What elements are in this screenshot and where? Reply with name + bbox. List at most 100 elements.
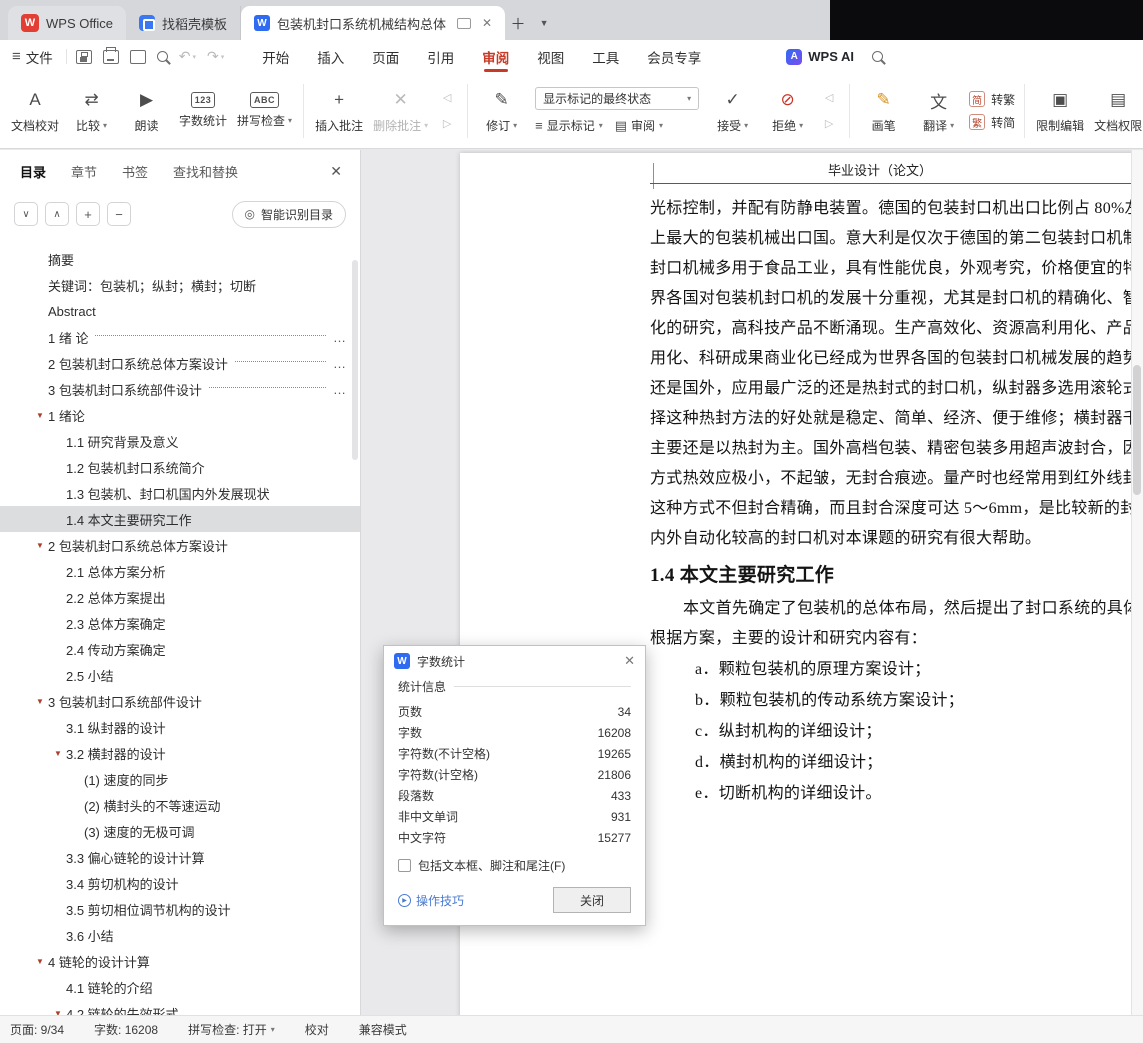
document-body[interactable]: 光标控制，并配有防静电装置。德国的包装封口机出口比例占 80%左右 上最大的包装机… [650, 194, 1143, 809]
ribbon-button-接受[interactable]: ✓ 接受 ▾ [705, 84, 760, 138]
dialog-close-icon[interactable]: ✕ [624, 653, 635, 669]
menu-tab-8[interactable]: 会员专享 [633, 40, 715, 73]
markup-state-select[interactable]: 显示标记的最终状态 ▾ [535, 87, 700, 110]
include-textbox-checkbox[interactable]: 包括文本框、脚注和尾注(F) [398, 857, 631, 874]
toc-item[interactable]: 摘要 [0, 246, 360, 272]
status-item-2[interactable]: 字数: 16208 [94, 1021, 158, 1038]
redo-button[interactable]: ↷ ▾ [207, 48, 224, 65]
next-item-button[interactable]: ▷ [817, 115, 841, 133]
toc-item[interactable]: ▼ 2 包装机封口系统总体方案设计 [0, 532, 360, 558]
toc-item[interactable]: 2.4 传动方案确定 [0, 636, 360, 662]
toc-item[interactable]: ▼ 4.2 链轮的失效形式 [0, 1000, 360, 1016]
collapse-triangle-icon[interactable]: ▼ [50, 749, 66, 758]
menu-tab-2[interactable]: 插入 [303, 40, 358, 73]
toc-item[interactable]: ▼ 3 包装机封口系统部件设计 [0, 688, 360, 714]
collapse-triangle-icon[interactable]: ▼ [32, 957, 48, 966]
checkbox-icon[interactable] [398, 859, 411, 872]
ribbon-button-插入批注[interactable]: + 插入批注 [310, 84, 368, 138]
tab-docer-template[interactable]: 找稻壳模板 [126, 6, 241, 40]
ribbon-button-翻译[interactable]: 文翻译 ▾ [911, 84, 966, 138]
toc-item[interactable]: 3.4 剪切机构的设计 [0, 870, 360, 896]
vertical-scrollbar[interactable] [1131, 150, 1143, 1015]
status-item-5[interactable]: 兼容模式 [359, 1021, 407, 1038]
save-icon[interactable] [75, 49, 92, 64]
menu-tab-5[interactable]: 审阅 [468, 40, 523, 73]
file-menu[interactable]: 文件 [26, 47, 53, 67]
ribbon-button-拼写检查[interactable]: ABC 拼写检查 ▾ [232, 88, 297, 133]
tab-list-chevron-icon[interactable]: ▼ [531, 9, 557, 37]
scrollbar-thumb[interactable] [1133, 365, 1141, 495]
ribbon-button-转简[interactable]: 繁转简 [969, 114, 1015, 131]
status-item-4[interactable]: 校对 [305, 1021, 329, 1038]
ribbon-button-修订[interactable]: ✎ 修订 ▾ [474, 84, 529, 138]
menu-tab-1[interactable]: 开始 [248, 40, 303, 73]
toc-item[interactable]: 3.6 小结 [0, 922, 360, 948]
sidebar-scrollbar[interactable] [352, 260, 358, 460]
toc-item[interactable]: ▼ 3.2 横封器的设计 [0, 740, 360, 766]
toc-item[interactable]: 1.4 本文主要研究工作 [0, 506, 360, 532]
zoom-out-button[interactable]: − [107, 202, 131, 226]
collapse-triangle-icon[interactable]: ▼ [32, 541, 48, 550]
dialog-titlebar[interactable]: W 字数统计 ✕ [384, 646, 645, 676]
sidebar-tab-查找和替换[interactable]: 查找和替换 [173, 162, 238, 181]
toc-item[interactable]: 3.5 剪切相位调节机构的设计 [0, 896, 360, 922]
ribbon-button-比较[interactable]: ⇄ 比较 ▾ [64, 84, 119, 138]
toc-item[interactable]: 1 绪 论… [0, 324, 360, 350]
toc-item[interactable]: 3.3 偏心链轮的设计计算 [0, 844, 360, 870]
collapse-triangle-icon[interactable]: ▼ [32, 697, 48, 706]
ribbon-button-字数统计[interactable]: 123 字数统计 [174, 88, 232, 133]
toc-item[interactable]: 2.3 总体方案确定 [0, 610, 360, 636]
toc-item[interactable]: (1) 速度的同步 [0, 766, 360, 792]
toc-item[interactable]: 2.1 总体方案分析 [0, 558, 360, 584]
expand-all-button[interactable]: ∧ [45, 202, 69, 226]
ribbon-button-转繁[interactable]: 简转繁 [969, 91, 1015, 108]
toc-item[interactable]: 1.2 包装机封口系统简介 [0, 454, 360, 480]
menu-tab-3[interactable]: 页面 [358, 40, 413, 73]
toc-item[interactable]: ▼ 4 链轮的设计计算 [0, 948, 360, 974]
toc-item[interactable]: (2) 横封头的不等速运动 [0, 792, 360, 818]
ribbon-button-文档校对[interactable]: A 文档校对 [6, 84, 64, 138]
ribbon-button-删除批注[interactable]: ✕ 删除批注 ▾ [368, 84, 433, 138]
collapse-triangle-icon[interactable]: ▼ [32, 411, 48, 420]
ribbon-button-朗读[interactable]: ▶ 朗读 [119, 84, 174, 138]
smart-toc-button[interactable]: ◎ 智能识别目录 [231, 200, 346, 228]
ribbon-button-审阅[interactable]: ▤ 审阅 ▾ [615, 117, 663, 134]
menu-tab-6[interactable]: 视图 [523, 40, 578, 73]
toc-item[interactable]: 2.2 总体方案提出 [0, 584, 360, 610]
ribbon-button-显示标记[interactable]: ≡ 显示标记 ▾ [535, 117, 603, 134]
preview-icon[interactable] [156, 51, 168, 62]
ribbon-button-画笔[interactable]: ✎ 画笔 [856, 84, 911, 138]
previous-item-button[interactable]: ◁ [435, 89, 459, 107]
toc-item[interactable]: 4.1 链轮的介绍 [0, 974, 360, 1000]
export-icon[interactable] [129, 49, 146, 64]
toc-item[interactable]: ▼ 1 绪论 [0, 402, 360, 428]
tab-close-icon[interactable]: ✕ [482, 16, 492, 30]
toc-item[interactable]: Abstract [0, 298, 360, 324]
toc-item[interactable]: 2 包装机封口系统总体方案设计… [0, 350, 360, 376]
zoom-in-button[interactable]: + [76, 202, 100, 226]
sidebar-tab-章节[interactable]: 章节 [71, 162, 97, 181]
sidebar-tab-书签[interactable]: 书签 [122, 162, 148, 181]
toc-item[interactable]: 关键词：包装机；纵封；横封；切断 [0, 272, 360, 298]
toc-item[interactable]: 3 包装机封口系统部件设计… [0, 376, 360, 402]
status-item-3[interactable]: 拼写检查: 打开 ▾ [188, 1021, 275, 1038]
ribbon-button-拒绝[interactable]: ⊘ 拒绝 ▾ [760, 84, 815, 138]
wps-ai-icon[interactable]: A [786, 48, 803, 65]
menu-tab-4[interactable]: 引用 [413, 40, 468, 73]
toc-item[interactable]: (3) 速度的无极可调 [0, 818, 360, 844]
ribbon-button-限制编辑[interactable]: ▣ 限制编辑 [1031, 84, 1089, 138]
tab-wps-office[interactable]: W WPS Office [8, 6, 126, 40]
menu-tab-7[interactable]: 工具 [578, 40, 633, 73]
sidebar-tab-目录[interactable]: 目录 [20, 162, 46, 181]
previous-item-button[interactable]: ◁ [817, 89, 841, 107]
close-panel-icon[interactable]: ✕ [330, 163, 342, 180]
next-item-button[interactable]: ▷ [435, 115, 459, 133]
hamburger-icon[interactable]: ≡ [12, 48, 21, 65]
collapse-all-button[interactable]: ∨ [14, 202, 38, 226]
tips-link[interactable]: ▶ 操作技巧 [398, 892, 464, 909]
print-icon[interactable] [102, 46, 119, 64]
tab-current-document[interactable]: W 包装机封口系统机械结构总体 ✕ [240, 6, 506, 40]
toc-item[interactable]: 1.3 包装机、封口机国内外发展现状 [0, 480, 360, 506]
toc-item[interactable]: 1.1 研究背景及意义 [0, 428, 360, 454]
status-item-1[interactable]: 页面: 9/34 [10, 1021, 64, 1038]
